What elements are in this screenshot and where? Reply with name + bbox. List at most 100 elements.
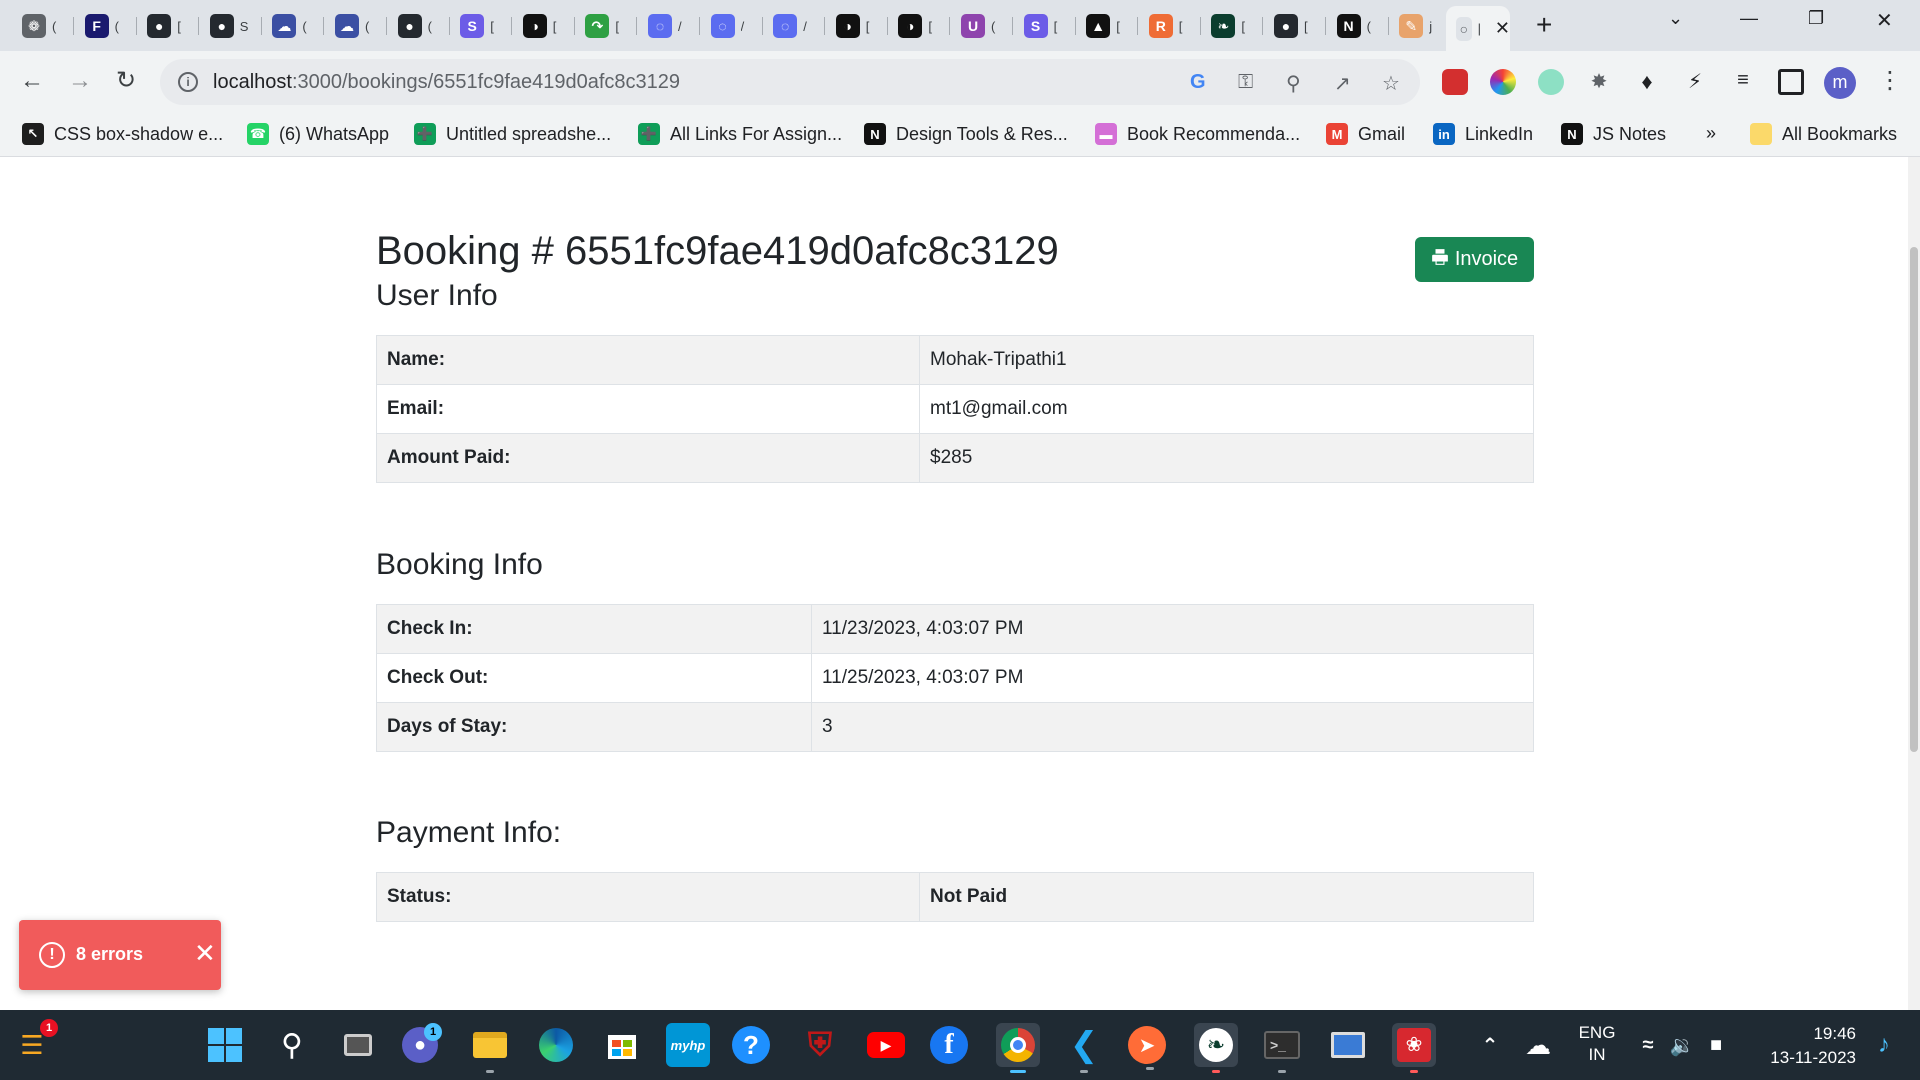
bookmark-item[interactable]: in LinkedIn [1433, 123, 1533, 145]
bolt-icon[interactable]: ⚡ [1682, 69, 1708, 95]
back-icon[interactable]: ← [20, 67, 44, 95]
battery-icon[interactable]: ■ [1700, 1023, 1732, 1067]
edge-icon[interactable] [534, 1023, 578, 1067]
youtube-icon[interactable]: ▶ [864, 1023, 908, 1067]
site-info-icon[interactable]: i [178, 72, 198, 92]
browser-tab[interactable]: ☁( [325, 7, 387, 45]
bug-icon[interactable]: ✸ [1586, 69, 1612, 95]
puzzle-icon[interactable]: ♦ [1634, 69, 1660, 95]
error-toast[interactable]: ! 8 errors ✕ [19, 920, 221, 990]
bookmark-item[interactable]: N Design Tools & Res... [864, 123, 1068, 145]
browser-tab[interactable]: ❧[ [1201, 7, 1264, 45]
file-explorer-icon[interactable] [468, 1023, 512, 1073]
facebook-icon[interactable]: f [930, 1026, 968, 1064]
scrollbar-thumb[interactable] [1910, 247, 1918, 752]
extension-icon[interactable] [1442, 69, 1468, 95]
minimize-icon[interactable]: — [1740, 8, 1758, 29]
browser-tab[interactable]: S[ [1014, 7, 1076, 45]
address-bar[interactable]: i localhost:3000/bookings/6551fc9fae419d… [160, 59, 1420, 105]
forward-icon[interactable]: → [68, 67, 92, 95]
browser-tab[interactable]: ●[ [137, 7, 200, 45]
terminal-icon[interactable]: >_ [1260, 1023, 1304, 1073]
browser-tab[interactable]: N( [1327, 7, 1389, 45]
clock[interactable]: 19:46 13-11-2023 [1756, 1022, 1856, 1070]
postman-icon[interactable]: ➤ [1128, 1026, 1166, 1070]
browser-tab[interactable]: ● S [200, 7, 262, 45]
volume-icon[interactable]: 🔉 [1666, 1023, 1698, 1067]
google-icon[interactable]: G [1190, 71, 1206, 94]
browser-tab[interactable]: ❁( [12, 7, 74, 45]
error-count-label[interactable]: 8 errors [76, 944, 143, 965]
url-text[interactable]: localhost:3000/bookings/6551fc9fae419d0a… [213, 71, 680, 94]
browser-tab[interactable]: ◌ / [701, 7, 763, 45]
browser-tab[interactable]: ●( [388, 7, 450, 45]
browser-tab[interactable]: ↷[ [575, 7, 638, 45]
browser-tab[interactable]: F( [75, 7, 137, 45]
mongodb-compass-icon[interactable]: ❧ [1194, 1023, 1238, 1073]
close-window-icon[interactable]: ✕ [1876, 8, 1893, 33]
bookmark-item[interactable]: ☎ (6) WhatsApp [247, 123, 389, 145]
notification-bell-icon[interactable]: ♪ [1866, 1023, 1902, 1067]
language-indicator[interactable]: ENG IN [1574, 1022, 1620, 1066]
restore-icon[interactable]: ❐ [1808, 8, 1824, 29]
share-icon[interactable]: ↗ [1334, 71, 1351, 96]
chevron-down-icon[interactable]: ⌄ [1668, 8, 1683, 29]
store-icon[interactable] [600, 1023, 644, 1067]
browser-tab[interactable]: ◌ / [763, 7, 826, 45]
language-secondary: IN [1588, 1045, 1606, 1064]
chevron-up-icon[interactable]: ⌃ [1468, 1023, 1512, 1067]
browser-tab[interactable]: R[ [1139, 7, 1201, 45]
browser-tab[interactable]: ☁( [262, 7, 325, 45]
circle-extension-icon[interactable] [1538, 69, 1564, 95]
browser-tab[interactable]: ▲[ [1076, 7, 1139, 45]
search-icon[interactable]: ⚲ [270, 1023, 314, 1067]
reading-list-icon[interactable]: ≡ [1730, 69, 1756, 95]
star-icon[interactable]: ☆ [1382, 71, 1400, 96]
chrome-icon[interactable] [996, 1023, 1040, 1073]
browser-tab[interactable]: ✎ j [1389, 7, 1452, 45]
table-value: 3 [811, 702, 1534, 752]
remote-desktop-icon[interactable] [1326, 1023, 1370, 1067]
browser-tab[interactable]: ◑[ [888, 7, 951, 45]
myhp-icon[interactable]: myhp [666, 1023, 710, 1067]
zoom-icon[interactable]: ⚲ [1286, 71, 1301, 96]
bookmark-item[interactable]: N JS Notes [1561, 123, 1666, 145]
browser-tab[interactable]: ◌ / [638, 7, 700, 45]
tab-active[interactable]: ○ | ✕ [1446, 6, 1510, 51]
close-tab-icon[interactable]: ✕ [1495, 18, 1510, 39]
menu-icon[interactable]: ⋮ [1878, 67, 1902, 95]
all-bookmarks-folder[interactable]: All Bookmarks [1750, 123, 1897, 145]
reload-icon[interactable]: ↻ [116, 67, 136, 95]
bookmark-item[interactable]: ↖ CSS box-shadow e... [22, 123, 223, 145]
mcafee-icon[interactable]: ⛨ [798, 1023, 842, 1067]
help-icon[interactable]: ? [732, 1026, 770, 1064]
teams-icon[interactable]: ● 1 [402, 1023, 442, 1063]
bookmarks-overflow-button[interactable]: » [1706, 123, 1716, 144]
f-icon: F [84, 14, 109, 38]
bookmark-item[interactable]: ➕ All Links For Assign... [638, 123, 842, 145]
close-icon[interactable]: ✕ [194, 938, 216, 968]
wifi-icon[interactable]: ≈ [1632, 1023, 1664, 1067]
browser-tab[interactable]: U( [951, 7, 1013, 45]
browser-tab[interactable]: ◑[ [826, 7, 888, 45]
onedrive-icon[interactable]: ☁ [1516, 1023, 1560, 1067]
profile-avatar[interactable]: m [1824, 67, 1856, 99]
new-tab-button[interactable]: + [1536, 11, 1552, 39]
browser-tab[interactable]: S[ [450, 7, 513, 45]
page-scrollbar[interactable] [1908, 157, 1920, 1010]
notion-icon: N [1561, 123, 1583, 145]
acrobat-icon[interactable]: ❀ [1392, 1023, 1436, 1073]
bookmark-item[interactable]: M Gmail [1326, 123, 1405, 145]
color-picker-icon[interactable] [1490, 69, 1516, 95]
widgets-icon[interactable]: ☰ 1 [10, 1019, 58, 1067]
start-icon[interactable] [203, 1023, 247, 1067]
browser-tab[interactable]: ●[ [1264, 7, 1326, 45]
invoice-button[interactable]: Invoice [1415, 237, 1534, 282]
bookmark-item[interactable]: ▬ Book Recommenda... [1095, 123, 1300, 145]
bookmark-item[interactable]: ➕ Untitled spreadshe... [414, 123, 611, 145]
side-panel-icon[interactable] [1778, 69, 1804, 95]
browser-tab[interactable]: ◑[ [513, 7, 575, 45]
key-icon[interactable]: ⚿ [1238, 71, 1253, 94]
vscode-icon[interactable]: ❮ [1062, 1023, 1106, 1073]
task-view-icon[interactable] [336, 1023, 380, 1067]
